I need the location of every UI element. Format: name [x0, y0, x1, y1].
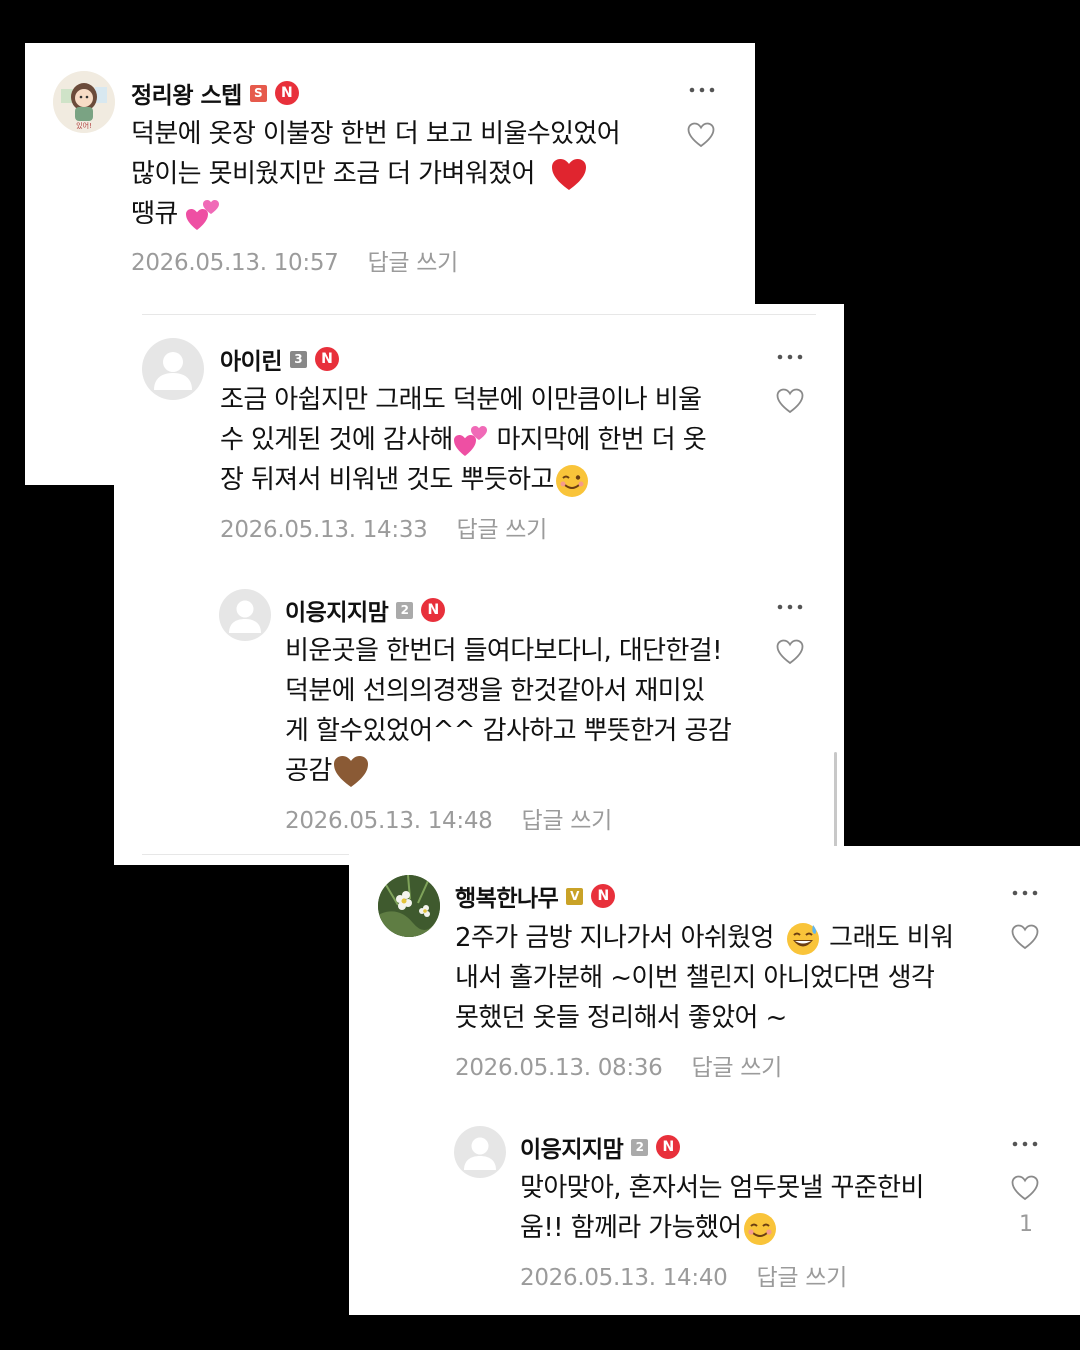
- author-row: 정리왕 스텝 S N: [131, 76, 299, 110]
- comment-line: 덕분에 옷장 이불장 한번 더 보고 비울수있었어: [131, 119, 621, 149]
- grinning-sweat-face-icon: [787, 922, 820, 955]
- default-user-icon: [154, 352, 192, 390]
- two-hearts-icon: [453, 425, 487, 456]
- comment-line: 맞아맞아, 혼자서는 엄두못낼 꾸준한비: [520, 1173, 924, 1203]
- like-heart-icon[interactable]: [1011, 924, 1039, 950]
- avatar[interactable]: [378, 875, 440, 937]
- author-name[interactable]: 이응지지맘: [520, 1130, 624, 1164]
- flower-photo-icon: [378, 875, 440, 937]
- avatar[interactable]: 있어!: [53, 71, 115, 133]
- new-badge: N: [314, 347, 339, 371]
- avatar[interactable]: [454, 1126, 506, 1178]
- reply-button[interactable]: 답글 쓰기: [757, 1265, 848, 1291]
- like-heart-icon[interactable]: [776, 388, 804, 414]
- author-name[interactable]: 이응지지맘: [285, 593, 389, 627]
- new-badge: N: [591, 884, 616, 908]
- new-badge: N: [421, 598, 446, 622]
- svg-text:있어!: 있어!: [76, 121, 92, 130]
- comment-line: 공감: [285, 751, 765, 791]
- new-badge: N: [274, 81, 299, 105]
- comment-line: 게 할수있었어^^ 감사하고 뿌뜻한거 공감: [285, 716, 732, 746]
- comment-body: 비운곳을 한번더 들여다보다니, 대단한걸! 덕분에 선의의경쟁을 한것같아서 …: [285, 631, 765, 791]
- default-user-icon: [229, 600, 261, 633]
- reply-button[interactable]: 답글 쓰기: [457, 517, 548, 543]
- comment-line: 수 있게된 것에 감사해 마지막에 한번 더 옷: [220, 420, 760, 460]
- more-options-icon[interactable]: [1010, 1139, 1040, 1149]
- comment-card-2: 아이린 3 N 조금 아쉽지만 그래도 덕분에 이만큼이나 비울 수 있게된 것…: [114, 304, 844, 865]
- comment-line: 내서 홀가분해 ~이번 챌린지 아니었다면 생각: [455, 963, 935, 993]
- comment-line: 많이는 못비웠지만 조금 더 가벼워졌어: [131, 154, 671, 194]
- comment-line: 못했던 옷들 정리해서 좋았어 ~: [455, 1003, 787, 1033]
- author-row: 아이린 3 N: [220, 342, 339, 376]
- timestamp: 2026.05.13. 14:48: [285, 808, 493, 834]
- two-hearts-icon: [186, 199, 220, 230]
- new-badge: N: [656, 1135, 681, 1159]
- more-options-icon[interactable]: [687, 85, 717, 95]
- comment-body: 2주가 금방 지나가서 아쉬웠엉 그래도 비워 내서 홀가분해 ~이번 챌린지 …: [455, 918, 995, 1038]
- comment-line: 움!! 함께라 가능했어: [520, 1208, 1000, 1248]
- author-name[interactable]: 행복한나무: [455, 879, 559, 913]
- more-options-icon[interactable]: [1010, 888, 1040, 898]
- comment-meta: 2026.05.13. 14:48 답글 쓰기: [285, 801, 612, 835]
- comment-meta: 2026.05.13. 10:57 답글 쓰기: [131, 243, 458, 277]
- comment-body: 조금 아쉽지만 그래도 덕분에 이만큼이나 비울 수 있게된 것에 감사해 마지…: [220, 380, 760, 500]
- comment-line: 비운곳을 한번더 들여다보다니, 대단한걸!: [285, 636, 723, 666]
- comment-body: 맞아맞아, 혼자서는 엄두못낼 꾸준한비 움!! 함께라 가능했어: [520, 1168, 1000, 1248]
- smiling-face-icon: [743, 1212, 776, 1245]
- divider: [142, 314, 816, 315]
- author-row: 이응지지맘 2 N: [285, 593, 446, 627]
- timestamp: 2026.05.13. 14:33: [220, 517, 428, 543]
- more-options-icon[interactable]: [775, 602, 805, 612]
- comment-line: 땡큐: [131, 194, 671, 234]
- level-badge: 3: [289, 350, 307, 368]
- author-name[interactable]: 아이린: [220, 342, 282, 376]
- author-row: 행복한나무 V N: [455, 879, 616, 913]
- comment-card-3: 행복한나무 V N 2주가 금방 지나가서 아쉬웠엉 그래도 비워 내서 홀가분…: [349, 846, 1080, 1315]
- reply-button[interactable]: 답글 쓰기: [692, 1055, 783, 1081]
- default-user-icon: [464, 1137, 496, 1170]
- like-heart-icon[interactable]: [776, 639, 804, 665]
- comment-line: 덕분에 선의의경쟁을 한것같아서 재미있: [285, 676, 705, 706]
- red-heart-icon: [552, 158, 587, 190]
- reply-button[interactable]: 답글 쓰기: [368, 250, 459, 276]
- comment-line: 2주가 금방 지나가서 아쉬웠엉 그래도 비워: [455, 918, 995, 958]
- comment-body: 덕분에 옷장 이불장 한번 더 보고 비울수있었어 많이는 못비웠지만 조금 더…: [131, 114, 671, 234]
- author-name[interactable]: 정리왕 스텝: [131, 76, 242, 110]
- timestamp: 2026.05.13. 14:40: [520, 1265, 728, 1291]
- brown-heart-icon: [333, 755, 368, 787]
- level-badge: 2: [396, 601, 414, 619]
- avatar-illustration-icon: 있어!: [53, 71, 115, 133]
- like-count: 1: [1019, 1212, 1033, 1237]
- winking-face-icon: [555, 464, 588, 497]
- timestamp: 2026.05.13. 08:36: [455, 1055, 663, 1081]
- level-badge: V: [566, 887, 584, 905]
- level-badge: S: [249, 84, 267, 102]
- comment-meta: 2026.05.13. 08:36 답글 쓰기: [455, 1048, 782, 1082]
- level-badge: 2: [631, 1138, 649, 1156]
- comment-line: 장 뒤져서 비워낸 것도 뿌듯하고: [220, 460, 760, 500]
- like-heart-icon[interactable]: [687, 122, 715, 148]
- more-options-icon[interactable]: [775, 352, 805, 362]
- like-heart-icon[interactable]: [1011, 1175, 1039, 1201]
- reply-button[interactable]: 답글 쓰기: [522, 808, 613, 834]
- comment-line: 조금 아쉽지만 그래도 덕분에 이만큼이나 비울: [220, 385, 702, 415]
- timestamp: 2026.05.13. 10:57: [131, 250, 339, 276]
- avatar[interactable]: [219, 589, 271, 641]
- comment-meta: 2026.05.13. 14:33 답글 쓰기: [220, 510, 547, 544]
- author-row: 이응지지맘 2 N: [520, 1130, 681, 1164]
- comment-meta: 2026.05.13. 14:40 답글 쓰기: [520, 1258, 847, 1292]
- avatar[interactable]: [142, 338, 204, 400]
